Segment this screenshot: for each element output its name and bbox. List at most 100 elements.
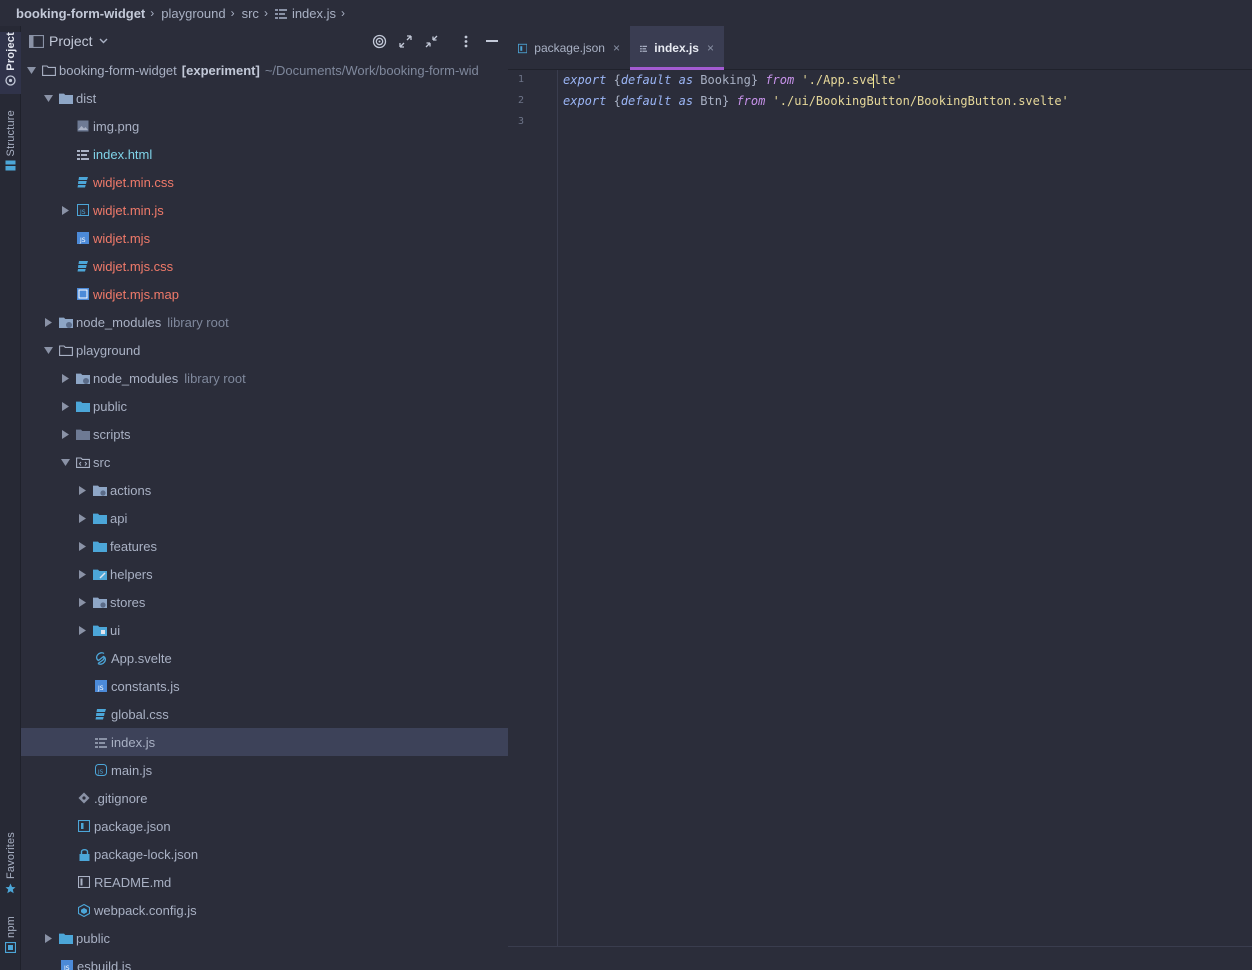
collapsed-arrow-icon[interactable]: [77, 513, 87, 523]
breadcrumb-item-playground[interactable]: playground: [161, 6, 225, 21]
tree-item-img-png[interactable]: img.png: [21, 112, 508, 140]
collapsed-arrow-icon[interactable]: [60, 205, 70, 215]
chevron-right-icon: ›: [341, 6, 346, 20]
tree-item-package-json[interactable]: package.json: [21, 812, 508, 840]
tree-item-label: .gitignore: [94, 790, 148, 806]
expand-all-icon[interactable]: [397, 33, 414, 50]
tree-item-label: main.js: [111, 762, 153, 778]
tool-window-strip: Project Structure Favorites npm: [0, 26, 21, 970]
tree-item-root[interactable]: booking-form-widget [experiment] ~/Docum…: [21, 56, 508, 84]
tree-item-src[interactable]: src: [21, 448, 508, 476]
tab-index-js[interactable]: index.js ×: [630, 26, 724, 70]
tree-item-index-html[interactable]: index.html: [21, 140, 508, 168]
npm-tool-label: npm: [4, 916, 17, 938]
tree-item-api[interactable]: api: [21, 504, 508, 532]
tree-item-webpack-config[interactable]: webpack.config.js: [21, 896, 508, 924]
tree-item-esbuild[interactable]: JS esbuild.js: [21, 952, 508, 970]
folder-icon: [93, 540, 107, 553]
tree-item-stores[interactable]: stores: [21, 588, 508, 616]
tree-item-widjet-min-js[interactable]: JS widjet.min.js: [21, 196, 508, 224]
tree-item-index-js[interactable]: index.js: [21, 728, 508, 756]
npm-tool-tab[interactable]: npm: [0, 916, 21, 960]
chevron-right-icon: ›: [230, 6, 235, 20]
collapsed-arrow-icon[interactable]: [60, 373, 70, 383]
hide-panel-icon[interactable]: [483, 33, 500, 50]
folder-icon: [76, 428, 90, 441]
collapse-all-icon[interactable]: [423, 33, 440, 50]
tab-package-json[interactable]: package.json ×: [508, 26, 630, 70]
collapsed-arrow-icon[interactable]: [60, 429, 70, 439]
tree-item-gitignore[interactable]: .gitignore: [21, 784, 508, 812]
tree-item-actions[interactable]: actions: [21, 476, 508, 504]
tree-item-root-public[interactable]: public: [21, 924, 508, 952]
tree-item-main-js[interactable]: JS main.js: [21, 756, 508, 784]
tree-item-widjet-mjs[interactable]: JS widjet.mjs: [21, 224, 508, 252]
expanded-arrow-icon[interactable]: [43, 345, 53, 355]
tree-item-constants-js[interactable]: JS constants.js: [21, 672, 508, 700]
close-icon[interactable]: ×: [613, 41, 620, 55]
collapsed-arrow-icon[interactable]: [60, 401, 70, 411]
tree-item-label: actions: [110, 482, 152, 498]
tree-item-label: package-lock.json: [94, 846, 199, 862]
tree-item-label: img.png: [93, 118, 140, 134]
tree-item-helpers[interactable]: helpers: [21, 560, 508, 588]
breadcrumb-item-file[interactable]: index.js: [292, 6, 336, 21]
collapsed-arrow-icon[interactable]: [43, 933, 53, 943]
code-editor[interactable]: export {default as Booking} from './App.…: [563, 70, 1243, 946]
tree-item-widjet-mjs-map[interactable]: widjet.mjs.map: [21, 280, 508, 308]
structure-icon: [5, 160, 16, 171]
collapsed-arrow-icon[interactable]: [77, 569, 87, 579]
tree-item-playground[interactable]: playground: [21, 336, 508, 364]
breadcrumb-item-project[interactable]: booking-form-widget: [16, 6, 145, 21]
tree-item-label: widjet.mjs.css: [93, 258, 174, 274]
expanded-arrow-icon[interactable]: [43, 93, 53, 103]
expanded-arrow-icon[interactable]: [26, 65, 36, 75]
folder-icon: [93, 624, 107, 637]
tree-item-dist[interactable]: dist: [21, 84, 508, 112]
resource-folder-icon: [59, 932, 73, 945]
collapsed-arrow-icon[interactable]: [77, 597, 87, 607]
collapsed-arrow-icon[interactable]: [77, 625, 87, 635]
svg-text:JS: JS: [79, 209, 86, 216]
breadcrumb-item-src[interactable]: src: [242, 6, 259, 21]
locate-file-icon[interactable]: [371, 33, 388, 50]
expanded-arrow-icon[interactable]: [60, 457, 70, 467]
tree-item-global-css[interactable]: global.css: [21, 700, 508, 728]
identifier: Btn: [700, 94, 722, 108]
structure-tool-tab[interactable]: Structure: [0, 110, 21, 180]
collapsed-arrow-icon[interactable]: [77, 485, 87, 495]
project-view-title[interactable]: Project: [49, 33, 93, 49]
tree-root-name: booking-form-widget: [59, 62, 177, 78]
tree-item-scripts[interactable]: scripts: [21, 420, 508, 448]
tree-item-widjet-mjs-css[interactable]: widjet.mjs.css: [21, 252, 508, 280]
close-icon[interactable]: ×: [707, 41, 714, 55]
tree-item-label: global.css: [111, 706, 169, 722]
collapsed-arrow-icon[interactable]: [43, 317, 53, 327]
tree-item-playground-node-modules[interactable]: node_modules library root: [21, 364, 508, 392]
tree-item-widjet-min-css[interactable]: widjet.min.css: [21, 168, 508, 196]
tree-item-features[interactable]: features: [21, 532, 508, 560]
tree-item-ui[interactable]: ui: [21, 616, 508, 644]
collapsed-arrow-icon[interactable]: [77, 541, 87, 551]
structure-tool-label: Structure: [4, 110, 17, 157]
tree-item-node-modules[interactable]: node_modules library root: [21, 308, 508, 336]
tree-item-app-svelte[interactable]: App.svelte: [21, 644, 508, 672]
tree-item-label: dist: [76, 90, 97, 106]
project-tool-tab[interactable]: Project: [0, 32, 21, 94]
tree-root-tag: [experiment]: [181, 62, 260, 78]
breadcrumb: booking-form-widget › playground › src ›…: [0, 0, 508, 26]
svg-text:JS: JS: [79, 237, 86, 244]
more-options-icon[interactable]: [457, 33, 474, 50]
chevron-down-icon[interactable]: [99, 38, 108, 44]
tree-item-label: helpers: [110, 566, 153, 582]
line-number: 2: [517, 95, 524, 106]
tree-item-readme[interactable]: README.md: [21, 868, 508, 896]
tree-item-package-lock[interactable]: package-lock.json: [21, 840, 508, 868]
tree-item-label: index.js: [111, 734, 156, 750]
json-file-icon: [518, 43, 528, 53]
favorites-tool-tab[interactable]: Favorites: [0, 832, 21, 900]
keyword-as: as: [671, 94, 701, 108]
project-panel-header: Project: [21, 26, 508, 56]
tree-item-public[interactable]: public: [21, 392, 508, 420]
star-icon: [5, 883, 16, 894]
